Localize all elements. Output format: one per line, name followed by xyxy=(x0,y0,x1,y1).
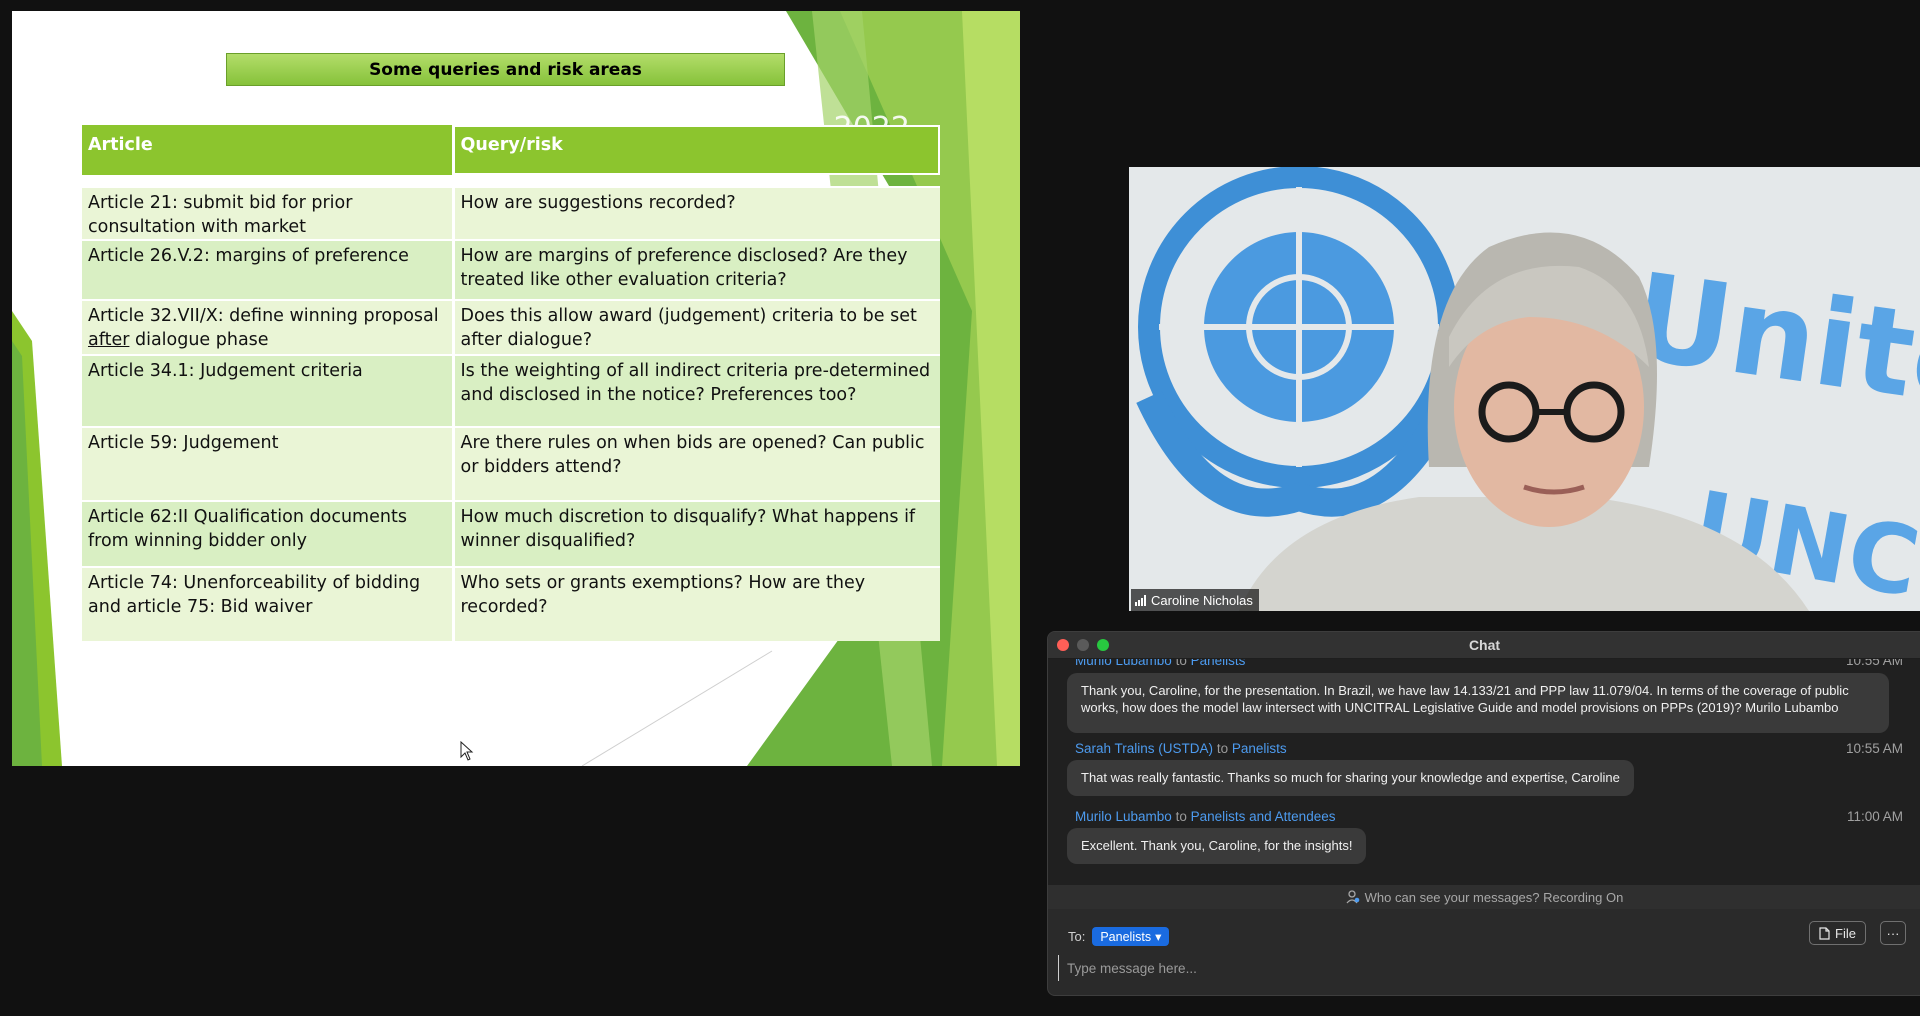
message-connector: to xyxy=(1216,741,1229,756)
query-cell: How much discretion to disqualify? What … xyxy=(453,500,940,567)
message-header: Murilo Lubambo to Panelists and Attendee… xyxy=(1075,809,1335,824)
message-recipient: Panelists and Attendees xyxy=(1190,809,1336,824)
message-time: 10:55 AM xyxy=(1845,659,1903,668)
article-text: Article 32.VII/X: define winning proposa… xyxy=(88,306,439,326)
people-icon xyxy=(1346,890,1359,904)
participant-name: Caroline Nicholas xyxy=(1151,592,1253,608)
caret-down-icon: ▾ xyxy=(1155,930,1162,944)
file-button[interactable]: File xyxy=(1809,921,1866,945)
message-time: 11:00 AM xyxy=(1846,809,1903,824)
article-underlined-text: after xyxy=(88,330,130,350)
message-visibility-notice[interactable]: Who can see your messages? Recording On xyxy=(1048,885,1920,909)
shared-slide: Some queries and risk areas 1 2022 Artic… xyxy=(12,11,1020,766)
article-cell: Article 34.1: Judgement criteria xyxy=(82,354,455,427)
visibility-text: Who can see your messages? Recording On xyxy=(1364,889,1624,905)
article-cell: Article 62:II Qualification documents fr… xyxy=(82,500,455,567)
message-sender[interactable]: Sarah Tralins (USTDA) xyxy=(1075,741,1213,756)
to-label: To: xyxy=(1068,929,1086,944)
participant-video[interactable]: United UNCITRA Caroline Nicholas xyxy=(1129,167,1920,611)
query-cell: Is the weighting of all indirect criteri… xyxy=(453,354,940,427)
table-row: Article 21: submit bid for prior consult… xyxy=(82,186,940,240)
message-bubble[interactable]: Thank you, Caroline, for the presentatio… xyxy=(1067,673,1889,733)
participant-name-tag: Caroline Nicholas xyxy=(1131,589,1259,611)
message-bubble[interactable]: That was really fantastic. Thanks so muc… xyxy=(1067,760,1634,796)
window-controls xyxy=(1057,639,1109,651)
message-sender[interactable]: Murilo Lubambo xyxy=(1075,809,1172,824)
message-header: Murilo Lubambo to Panelists xyxy=(1075,659,1245,668)
query-cell: How are suggestions recorded? xyxy=(453,186,940,240)
article-cell: Article 74: Unenforceability of bidding … xyxy=(82,566,455,641)
query-cell: How are margins of preference disclosed?… xyxy=(453,239,940,300)
article-cell: Article 59: Judgement xyxy=(82,426,455,501)
table-row: Article 26.V.2: margins of preference Ho… xyxy=(82,239,940,300)
chat-title: Chat xyxy=(1468,637,1501,653)
message-sender[interactable]: Murilo Lubambo xyxy=(1075,659,1172,668)
message-recipient: Panelists xyxy=(1190,659,1246,668)
message-bubble[interactable]: Excellent. Thank you, Caroline, for the … xyxy=(1067,828,1367,864)
mouse-cursor-icon xyxy=(460,741,474,761)
table-header-row: Article Query/risk xyxy=(82,125,940,175)
recipient-value: Panelists xyxy=(1100,929,1152,944)
more-icon: ··· xyxy=(1886,925,1900,941)
article-cell: Article 26.V.2: margins of preference xyxy=(82,239,455,300)
recipient-selector-row: To: Panelists ▾ xyxy=(1068,927,1170,946)
message-connector: to xyxy=(1175,659,1187,668)
file-button-label: File xyxy=(1835,925,1856,941)
article-cell: Article 32.VII/X: define winning proposa… xyxy=(82,299,455,355)
message-connector: to xyxy=(1175,809,1187,824)
message-input[interactable] xyxy=(1058,955,1669,981)
chat-messages[interactable]: Murilo Lubambo to Panelists 10:55 AM Tha… xyxy=(1048,659,1920,907)
queries-table: Article Query/risk Article 21: submit bi… xyxy=(82,125,940,641)
more-options-button[interactable]: ··· xyxy=(1880,921,1906,945)
query-cell: Are there rules on when bids are opened?… xyxy=(453,426,940,501)
slide-title: Some queries and risk areas xyxy=(226,53,785,86)
recipient-dropdown[interactable]: Panelists ▾ xyxy=(1092,927,1170,946)
query-cell: Does this allow award (judgement) criter… xyxy=(453,299,940,355)
minimize-window-button[interactable] xyxy=(1077,639,1089,651)
table-row: Article 34.1: Judgement criteria Is the … xyxy=(82,354,940,427)
column-header-query: Query/risk xyxy=(453,125,940,175)
table-row: Article 59: Judgement Are there rules on… xyxy=(82,426,940,501)
article-text: dialogue phase xyxy=(129,330,269,350)
table-row: Article 62:II Qualification documents fr… xyxy=(82,500,940,567)
column-header-article: Article xyxy=(82,125,455,175)
zoom-window-button[interactable] xyxy=(1097,639,1109,651)
signal-strength-icon xyxy=(1135,594,1146,606)
chat-window[interactable]: Chat Murilo Lubambo to Panelists 10:55 A… xyxy=(1047,631,1920,996)
message-time: 10:55 AM xyxy=(1845,741,1903,756)
chat-titlebar[interactable]: Chat xyxy=(1048,632,1920,659)
close-window-button[interactable] xyxy=(1057,639,1069,651)
table-row: Article 74: Unenforceability of bidding … xyxy=(82,566,940,641)
table-row: Article 32.VII/X: define winning proposa… xyxy=(82,299,940,355)
message-recipient: Panelists xyxy=(1231,741,1287,756)
message-header: Sarah Tralins (USTDA) to Panelists xyxy=(1075,741,1287,756)
file-icon xyxy=(1819,926,1830,940)
article-cell: Article 21: submit bid for prior consult… xyxy=(82,186,455,240)
video-frame-illustration: United UNCITRA xyxy=(1129,167,1920,611)
query-cell: Who sets or grants exemptions? How are t… xyxy=(453,566,940,641)
